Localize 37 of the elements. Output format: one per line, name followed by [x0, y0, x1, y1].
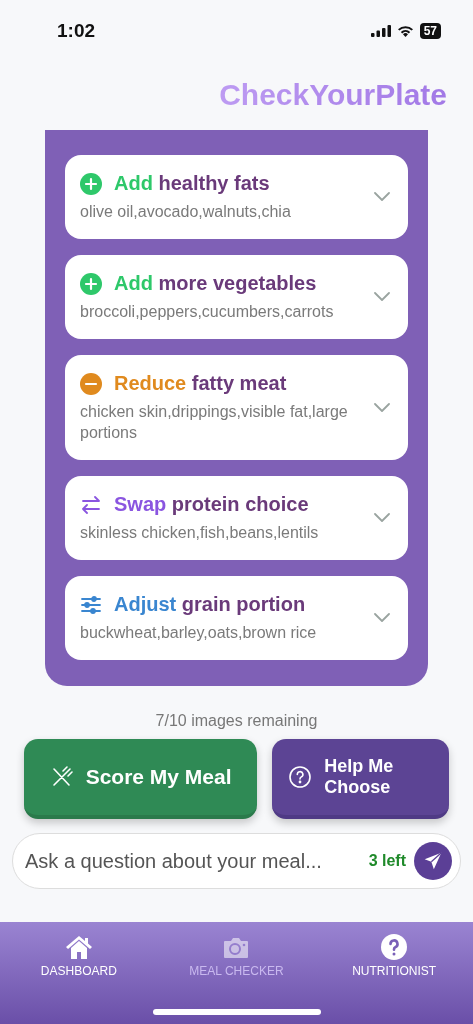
suggestion-examples: buckwheat,barley,oats,brown rice [80, 623, 318, 643]
suggestion-examples: olive oil,avocado,walnuts,chia [80, 202, 292, 222]
suggestion-card[interactable]: Adjust grain portion buckwheat,barley,oats,brown rice [65, 576, 408, 660]
house-icon [64, 934, 93, 960]
suggestion-title: Adjust grain portion [114, 593, 306, 616]
signal-icon [370, 25, 391, 37]
questions-left: 3 left [368, 852, 406, 870]
question-bar[interactable]: Ask a question about your meal... 3 left [12, 833, 461, 889]
send-icon [423, 851, 443, 871]
suggestion-examples: chicken skin,drippings,visible fat,large portions [80, 402, 349, 443]
help-choose-button[interactable]: Help Me Choose [272, 739, 449, 819]
question-circle-icon [380, 934, 409, 960]
nav-tab[interactable]: NUTRITIONIST [329, 934, 460, 978]
suggestion-title: Reduce fatty meat [114, 372, 287, 395]
question-circle-icon [288, 765, 313, 789]
minus-icon [80, 372, 102, 395]
plus-icon [80, 172, 102, 195]
suggestion-card[interactable]: Swap protein choice skinless chicken,fish,beans,lentils [65, 476, 408, 560]
suggestion-card[interactable]: Add more vegetables broccoli,peppers,cucumbers,carrots [65, 255, 408, 339]
suggestion-examples: broccoli,peppers,cucumbers,carrots [80, 302, 335, 322]
suggestion-title: Add healthy fats [114, 172, 270, 195]
score-meal-button[interactable]: Score My Meal [24, 739, 258, 819]
wifi-icon [396, 25, 414, 37]
images-remaining: 7/10 images remaining [154, 712, 319, 730]
nav-tab[interactable]: DASHBOARD [13, 934, 144, 978]
swap-arrows-icon [80, 493, 102, 516]
battery-indicator: 57 [419, 23, 441, 39]
suggestion-card[interactable]: Add healthy fats olive oil,avocado,walnuts,chia [65, 155, 408, 239]
send-button[interactable] [414, 842, 452, 880]
suggestion-card[interactable]: Reduce fatty meat chicken skin,drippings,visible fat,large portions [65, 355, 408, 460]
plus-icon [80, 272, 102, 295]
suggestion-title: Swap protein choice [114, 493, 309, 516]
suggestion-title: Add more vegetables [114, 272, 317, 295]
sliders-icon [80, 593, 102, 616]
suggestion-examples: skinless chicken,fish,beans,lentils [80, 523, 320, 543]
status-time: 1:02 [57, 20, 96, 42]
question-field[interactable]: Ask a question about your meal... [23, 848, 361, 874]
